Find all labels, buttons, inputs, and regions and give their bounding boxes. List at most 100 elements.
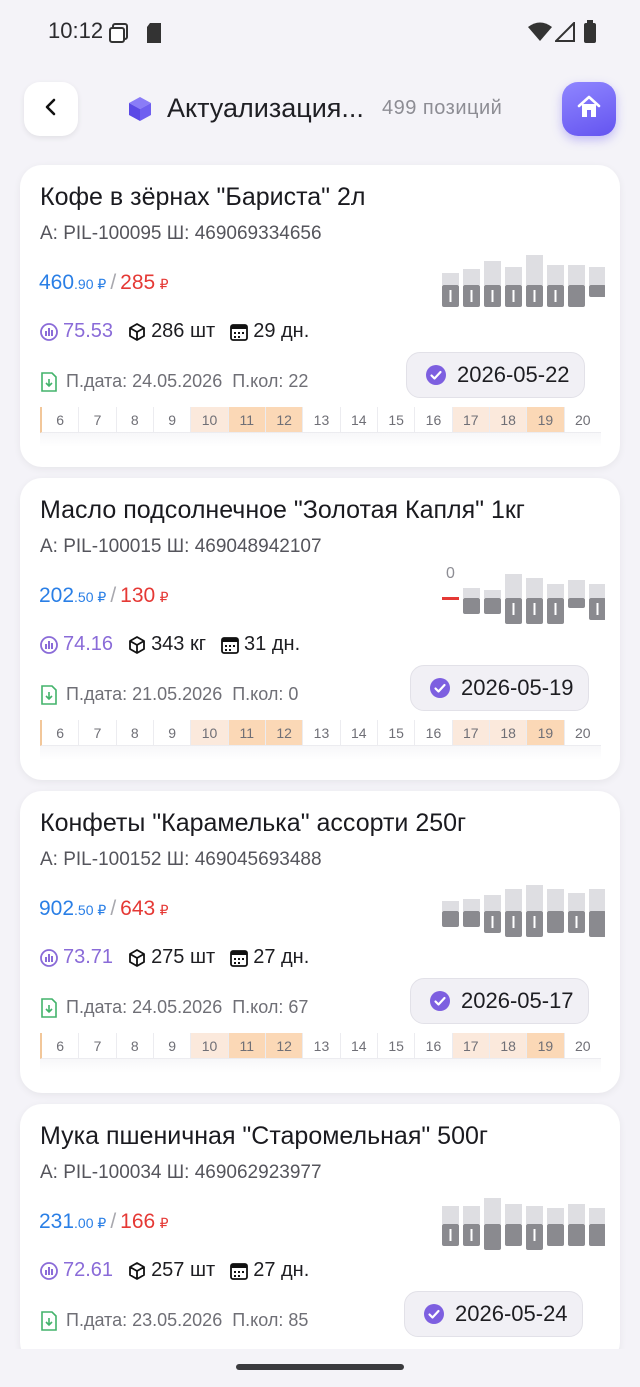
calendar-day[interactable]: 19 — [526, 407, 564, 433]
calendar-day[interactable]: 8 — [115, 720, 153, 746]
calendar-day[interactable]: 19 — [526, 1033, 564, 1059]
spark-bar-top — [484, 895, 501, 911]
days-metric: 27 дн. — [229, 1259, 309, 1282]
score-value: 74.16 — [63, 633, 114, 655]
spark-bar-top — [505, 574, 522, 598]
calendar-day[interactable]: 7 — [78, 407, 116, 433]
calendar-day[interactable]: 12 — [264, 1033, 303, 1059]
days-value: 27 дн. — [253, 1259, 310, 1281]
spark-bar-top — [463, 588, 480, 598]
calendar-day[interactable]: 16 — [414, 720, 452, 746]
calendar-strip: 6 7 8 9 10 11 12 13 14 15 16 17 18 19 20 — [40, 720, 601, 760]
calendar-day[interactable]: 11 — [227, 720, 265, 746]
calendar-day[interactable]: 7 — [78, 720, 116, 746]
stock-metric: 275 шт — [127, 946, 215, 969]
spark-bar-bottom — [547, 911, 564, 933]
product-codes: А: PIL-100034 Ш: 469062923977 — [40, 1162, 322, 1183]
spark-tick — [533, 290, 536, 302]
calendar-day[interactable]: 11 — [227, 407, 265, 433]
calendar-day[interactable]: 16 — [414, 1033, 452, 1059]
calendar-day[interactable]: 10 — [190, 720, 228, 746]
date-pill[interactable]: 2026-05-24 — [404, 1291, 583, 1337]
calendar-day[interactable]: 6 — [40, 1033, 79, 1059]
calendar-day[interactable]: 10 — [190, 1033, 228, 1059]
date-pill[interactable]: 2026-05-22 — [406, 352, 585, 398]
calendar-day[interactable]: 8 — [115, 1033, 153, 1059]
calendar-day[interactable]: 20 — [563, 1033, 601, 1059]
product-card[interactable]: Мука пшеничная "Старомельная" 500г А: PIL… — [20, 1104, 620, 1364]
spark-tick — [512, 290, 515, 302]
calendar-day[interactable]: 14 — [339, 407, 377, 433]
sales-sparkline: 0 — [442, 885, 605, 937]
price-purchase: 130 — [120, 584, 156, 607]
calendar-day[interactable]: 17 — [451, 720, 489, 746]
date-pill[interactable]: 2026-05-17 — [410, 978, 589, 1024]
calendar-day[interactable]: 7 — [78, 1033, 116, 1059]
date-pill[interactable]: 2026-05-19 — [410, 665, 589, 711]
calendar-day[interactable]: 17 — [451, 1033, 489, 1059]
score-value: 73.71 — [63, 946, 114, 968]
spark-tick — [596, 603, 599, 615]
spark-bar-top — [505, 1204, 522, 1224]
spark-tick — [554, 290, 557, 302]
calendar-day[interactable]: 18 — [488, 407, 527, 433]
calendar-day[interactable]: 6 — [40, 407, 79, 433]
metrics-row: 73.71 275 шт 27 дн. — [39, 946, 323, 969]
price-cents: .50 ₽ — [74, 902, 107, 918]
spark-bar-top — [547, 889, 564, 911]
calendar-day[interactable]: 9 — [152, 720, 191, 746]
product-codes: А: PIL-100152 Ш: 469045693488 — [40, 849, 322, 870]
sales-sparkline: 0 — [442, 565, 605, 624]
spark-bar-bottom — [463, 911, 480, 927]
calendar-day[interactable]: 13 — [302, 407, 340, 433]
calendar-day[interactable]: 11 — [227, 1033, 265, 1059]
calendar-day[interactable]: 18 — [488, 720, 527, 746]
back-button[interactable] — [24, 82, 78, 136]
spark-bar-top — [505, 267, 522, 285]
stock-metric: 286 шт — [127, 320, 215, 343]
calendar-day[interactable]: 15 — [376, 407, 415, 433]
price-cents: .90 ₽ — [74, 276, 107, 292]
price-current: 902 — [39, 897, 75, 920]
spark-bar-top — [526, 1206, 543, 1224]
calendar-day[interactable]: 19 — [526, 720, 564, 746]
calendar-day[interactable]: 9 — [152, 1033, 191, 1059]
spark-bar-top — [547, 584, 564, 598]
calendar-day[interactable]: 6 — [40, 720, 79, 746]
calendar-day[interactable]: 10 — [190, 407, 228, 433]
calendar-day[interactable]: 15 — [376, 1033, 415, 1059]
calendar-day[interactable]: 17 — [451, 407, 489, 433]
download-doc-icon — [41, 371, 57, 392]
box-icon — [129, 1261, 145, 1280]
price-block: 902.50 ₽/643 ₽ — [39, 897, 169, 921]
product-card[interactable]: Масло подсолнечное "Золотая Капля" 1кг А:… — [20, 478, 620, 780]
items-count: 499 позиций — [382, 97, 503, 119]
calendar-day[interactable]: 13 — [302, 720, 340, 746]
calendar-day[interactable]: 8 — [115, 407, 153, 433]
home-indicator[interactable] — [236, 1364, 404, 1370]
calendar-icon — [221, 636, 239, 654]
home-icon — [575, 93, 603, 126]
screen-icon — [108, 22, 130, 49]
spark-bar-top — [526, 255, 543, 285]
calendar-day[interactable]: 12 — [264, 407, 303, 433]
home-button[interactable] — [562, 82, 616, 136]
spark-bar-top — [484, 1198, 501, 1224]
product-card[interactable]: Кофе в зёрнах "Бариста" 2л А: PIL-100095 … — [20, 165, 620, 467]
calendar-day[interactable]: 15 — [376, 720, 415, 746]
calendar-day[interactable]: 14 — [339, 1033, 377, 1059]
calendar-day[interactable]: 18 — [488, 1033, 527, 1059]
calendar-day[interactable]: 12 — [264, 720, 303, 746]
spark-tick — [533, 603, 536, 615]
price-block: 231.00 ₽/166 ₽ — [39, 1210, 169, 1234]
calendar-day[interactable]: 14 — [339, 720, 377, 746]
score-metric: 75.53 — [39, 320, 113, 343]
calendar-day[interactable]: 16 — [414, 407, 452, 433]
calendar-day[interactable]: 9 — [152, 407, 191, 433]
price-purchase-currency: ₽ — [159, 276, 169, 292]
calendar-day[interactable]: 13 — [302, 1033, 340, 1059]
calendar-day[interactable]: 20 — [563, 720, 601, 746]
app-header: Актуализация... 499 позиций — [0, 78, 640, 142]
calendar-day[interactable]: 20 — [563, 407, 601, 433]
product-card[interactable]: Конфеты "Карамелька" ассорти 250г А: PIL-… — [20, 791, 620, 1093]
